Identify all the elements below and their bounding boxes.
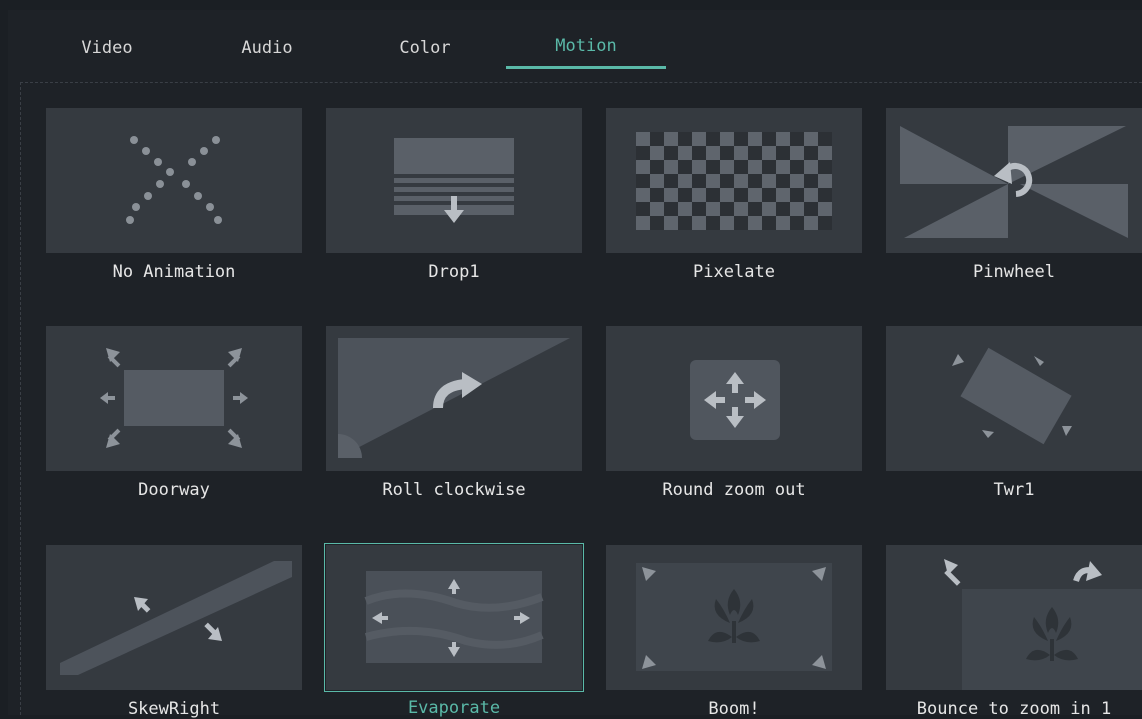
motion-item-twr1[interactable]: Twr1 (886, 326, 1142, 500)
motion-label: Doorway (138, 480, 210, 500)
pinwheel-icon (886, 108, 1142, 253)
motion-label: Boom! (708, 699, 760, 719)
motion-label: No Animation (112, 262, 236, 282)
motion-item-pixelate[interactable]: Pixelate (606, 108, 862, 282)
motion-item-skew-right[interactable]: SkewRight (46, 545, 302, 719)
motion-item-evaporate[interactable]: Evaporate (324, 543, 584, 718)
twirl-icon (886, 326, 1142, 471)
active-tab-indicator (506, 66, 666, 69)
tab-color[interactable]: Color (380, 28, 470, 68)
doorway-icon (46, 326, 302, 471)
tab-divider (20, 82, 1142, 83)
motion-item-boom[interactable]: Boom! (606, 545, 862, 719)
motion-item-roll-clockwise[interactable]: Roll clockwise (326, 326, 582, 500)
motion-label: Roll clockwise (382, 480, 526, 500)
motion-item-no-animation[interactable]: No Animation (46, 108, 302, 282)
tab-video[interactable]: Video (62, 28, 152, 68)
round-zoom-out-icon (606, 326, 862, 471)
motion-label: Bounce to zoom in 1 (916, 699, 1112, 719)
motion-item-drop1[interactable]: Drop1 (326, 108, 582, 282)
tab-audio[interactable]: Audio (222, 28, 312, 68)
pixelate-icon (606, 108, 862, 253)
motion-label: Pixelate (693, 262, 775, 282)
no-animation-icon (46, 108, 302, 253)
motion-label: Twr1 (993, 480, 1035, 500)
bounce-zoom-icon (886, 545, 1142, 690)
motion-label: Round zoom out (662, 480, 806, 500)
motion-label: Evaporate (407, 698, 501, 718)
motion-label: SkewRight (127, 699, 221, 719)
skew-right-icon (46, 545, 302, 690)
boom-icon (606, 545, 862, 690)
motion-label: Drop1 (428, 262, 480, 282)
motion-label: Pinwheel (973, 262, 1055, 282)
drop-icon (326, 108, 582, 253)
motion-item-bounce-zoom[interactable]: Bounce to zoom in 1 (886, 545, 1142, 719)
motion-item-round-zoom-out[interactable]: Round zoom out (606, 326, 862, 500)
panel-border (20, 82, 21, 715)
roll-clockwise-icon (326, 326, 582, 471)
tab-motion[interactable]: Motion (506, 26, 666, 66)
motion-item-pinwheel[interactable]: Pinwheel (886, 108, 1142, 282)
motion-item-doorway[interactable]: Doorway (46, 326, 302, 500)
evaporate-icon (326, 545, 582, 690)
